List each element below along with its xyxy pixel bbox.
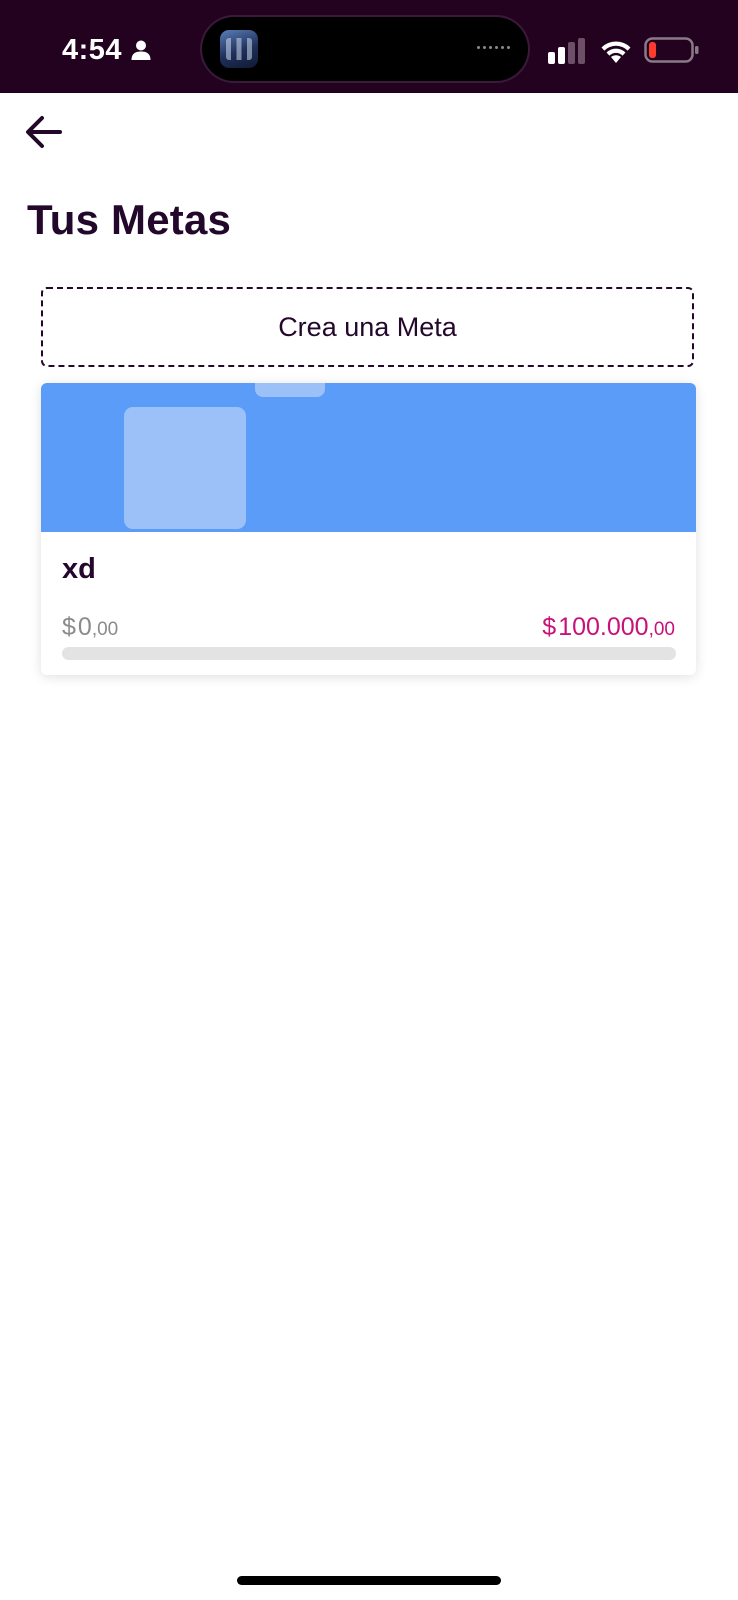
status-bar: 4:54 xyxy=(0,0,738,93)
arrow-left-icon xyxy=(26,116,62,148)
create-goal-label: Crea una Meta xyxy=(278,311,457,342)
banner-decoration xyxy=(255,383,325,397)
target-integer: 100.000 xyxy=(558,613,649,641)
status-time-group: 4:54 xyxy=(62,28,152,72)
page-title: Tus Metas xyxy=(27,196,232,243)
goal-progress-bar xyxy=(62,647,676,660)
create-goal-button[interactable]: Crea una Meta xyxy=(41,287,694,367)
dynamic-island xyxy=(202,17,528,81)
goal-name: xd xyxy=(62,553,96,585)
banner-decoration xyxy=(124,407,246,529)
status-time: 4:54 xyxy=(62,33,123,66)
now-playing-app-icon xyxy=(220,30,258,68)
goal-card[interactable]: xd $0,00 $100.000,00 xyxy=(41,383,696,675)
wifi-icon xyxy=(601,41,631,63)
island-activity-dots-icon xyxy=(477,46,510,49)
target-decimals: ,00 xyxy=(648,619,675,640)
home-indicator[interactable] xyxy=(237,1576,501,1585)
battery-low-icon xyxy=(644,37,699,63)
person-icon xyxy=(130,39,152,61)
goal-target-amount: $100.000,00 xyxy=(542,613,675,642)
saved-integer: 0 xyxy=(77,613,92,641)
target-currency: $ xyxy=(542,613,557,641)
cellular-signal-icon xyxy=(548,38,585,64)
goal-banner-image xyxy=(41,383,696,532)
goal-saved-amount: $0,00 xyxy=(62,613,118,642)
saved-currency: $ xyxy=(62,613,76,641)
saved-decimals: ,00 xyxy=(91,619,119,640)
back-button[interactable] xyxy=(20,108,68,156)
